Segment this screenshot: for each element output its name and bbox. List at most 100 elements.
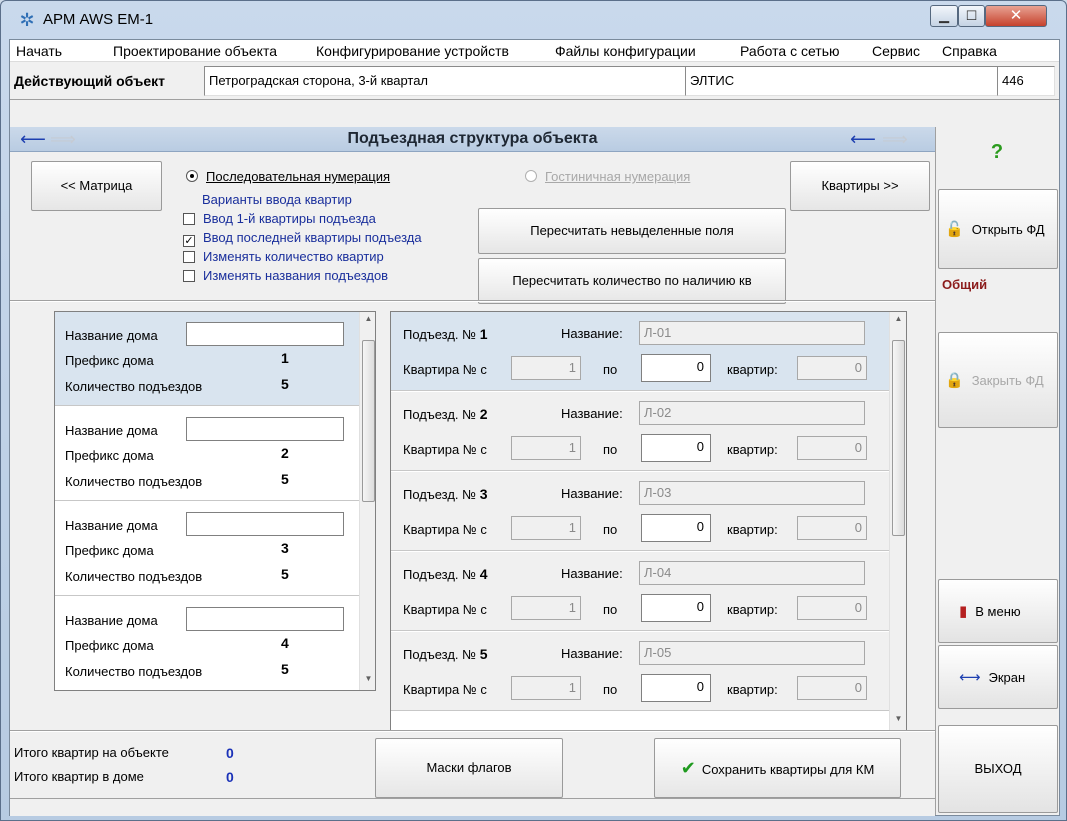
lock-icon: 🔓 — [945, 221, 964, 238]
forward-arrow-icon[interactable]: ⟹ — [882, 129, 908, 149]
entrance-name-label: Название: — [561, 486, 623, 501]
radio-selected-icon — [186, 170, 198, 182]
apartment-to-input[interactable]: 0 — [641, 594, 711, 622]
flag-masks-button[interactable]: Маски флагов — [375, 738, 563, 798]
apartment-from-label: Квартира № с — [403, 522, 487, 537]
apartment-from-field: 1 — [511, 676, 581, 700]
house-item[interactable]: Название дома Префикс дома 2 Количество … — [55, 407, 359, 501]
apartment-count-field: 0 — [797, 676, 867, 700]
checkbox-change-entrance-names[interactable]: Изменять названия подъездов — [183, 268, 388, 283]
apartment-count-field: 0 — [797, 436, 867, 460]
help-icon[interactable]: ? — [936, 141, 1058, 164]
house-item[interactable]: Название дома Префикс дома 1 Количество … — [55, 312, 359, 406]
save-apartments-button[interactable]: ✔ Сохранить квартиры для КМ — [654, 738, 901, 798]
right-sidebar: ? 🔓 Открыть ФД Общий 🔒 Закрыть ФД ▮ В меню … — [935, 127, 1059, 815]
screen-button[interactable]: ⟷ Экран — [938, 645, 1058, 709]
apartment-count-field: 0 — [797, 596, 867, 620]
apartment-from-field: 1 — [511, 596, 581, 620]
scroll-up-icon[interactable]: ▲ — [890, 314, 906, 323]
recalc-unselected-button[interactable]: Пересчитать невыделенные поля — [478, 208, 786, 254]
houses-scrollbar[interactable]: ▲ ▼ — [359, 312, 375, 690]
house-name-label: Название дома — [65, 518, 158, 533]
house-entrances-label: Количество подъездов — [65, 379, 203, 394]
house-item[interactable]: Название дома Префикс дома 4 Количество … — [55, 597, 359, 690]
apartment-to-label: по — [603, 602, 618, 617]
page-title: Подъездная структура объекта — [347, 130, 598, 147]
entrance-number: 5 — [479, 646, 488, 662]
matrix-button[interactable]: << Матрица — [31, 161, 162, 211]
menu-help[interactable]: Справка — [942, 43, 997, 59]
menu-config-files[interactable]: Файлы конфигурации — [555, 43, 696, 59]
house-name-label: Название дома — [65, 423, 158, 438]
menu-object-design[interactable]: Проектирование объекта — [113, 43, 277, 59]
apartment-from-field: 1 — [511, 516, 581, 540]
house-entrances-label: Количество подъездов — [65, 569, 203, 584]
house-name-input[interactable] — [186, 322, 344, 346]
menu-network[interactable]: Работа с сетью — [740, 43, 840, 59]
entrance-name-field: Л-05 — [639, 641, 865, 665]
radio-sequential-numbering[interactable]: Последовательная нумерация — [186, 169, 390, 184]
divider — [10, 730, 935, 732]
open-fd-button[interactable]: 🔓 Открыть ФД — [938, 189, 1058, 269]
entrance-label: Подъезд. № 1 — [403, 326, 488, 342]
total-house-row: Итого квартир в доме 0 — [14, 769, 234, 785]
to-menu-button[interactable]: ▮ В меню — [938, 579, 1058, 643]
menu-bar: Начать Проектирование объекта Конфигурир… — [10, 40, 1059, 62]
apartment-from-label: Квартира № с — [403, 602, 487, 617]
double-arrow-icon: ⟷ — [959, 669, 981, 686]
apartment-to-input[interactable]: 0 — [641, 354, 711, 382]
menu-start[interactable]: Начать — [16, 43, 62, 59]
checkbox-icon — [183, 251, 195, 263]
scrollbar-thumb[interactable] — [892, 340, 905, 536]
scrollbar-thumb[interactable] — [362, 340, 375, 502]
back-arrow-icon[interactable]: ⟵ — [850, 129, 876, 149]
minimize-button[interactable]: ▁ — [930, 5, 958, 27]
menu-service[interactable]: Сервис — [872, 43, 920, 59]
entrance-item[interactable]: Подъезд. № 1 Название: Л-01 Квартира № с… — [391, 312, 889, 391]
entrance-number: 1 — [479, 326, 488, 342]
window-title: АРМ AWS EM-1 — [43, 11, 154, 28]
entrances-scrollbar[interactable]: ▲ ▼ — [889, 312, 906, 730]
scroll-up-icon[interactable]: ▲ — [360, 314, 375, 323]
title-bar[interactable]: ✲ АРМ AWS EM-1 ▁ ☐ ✕ — [1, 1, 1066, 39]
apartment-to-input[interactable]: 0 — [641, 674, 711, 702]
total-house-label: Итого квартир в доме — [14, 769, 144, 784]
maximize-button[interactable]: ☐ — [958, 5, 985, 27]
status-bar — [10, 798, 935, 816]
house-entrances-value: 5 — [281, 661, 289, 677]
exit-button[interactable]: ВЫХОД — [938, 725, 1058, 813]
section-header: ⟵ ⟹ Подъездная структура объекта ⟵ ⟹ — [10, 127, 935, 152]
entrance-item[interactable]: Подъезд. № 5 Название: Л-05 Квартира № с… — [391, 632, 889, 711]
close-fd-button[interactable]: 🔒 Закрыть ФД — [938, 332, 1058, 428]
checkbox-last-apartment[interactable]: ✓ Ввод последней квартиры подъезда — [183, 230, 422, 247]
house-entrances-label: Количество подъездов — [65, 664, 203, 679]
menu-device-config[interactable]: Конфигурирование устройств — [316, 43, 509, 59]
apartment-to-input[interactable]: 0 — [641, 514, 711, 542]
close-button[interactable]: ✕ — [985, 5, 1047, 27]
entrance-name-field: Л-04 — [639, 561, 865, 585]
house-prefix-value: 2 — [281, 445, 289, 461]
scroll-down-icon[interactable]: ▼ — [890, 714, 906, 723]
divider — [10, 300, 935, 302]
entrance-item[interactable]: Подъезд. № 2 Название: Л-02 Квартира № с… — [391, 392, 889, 471]
recalc-by-presence-button[interactable]: Пересчитать количество по наличию кв — [478, 258, 786, 304]
house-name-input[interactable] — [186, 607, 344, 631]
house-name-input[interactable] — [186, 512, 344, 536]
house-name-label: Название дома — [65, 613, 158, 628]
apartment-to-input[interactable]: 0 — [641, 434, 711, 462]
house-name-input[interactable] — [186, 417, 344, 441]
entrance-name-label: Название: — [561, 566, 623, 581]
house-name-label: Название дома — [65, 328, 158, 343]
checkbox-first-apartment[interactable]: Ввод 1-й квартиры подъезда — [183, 211, 376, 226]
checkbox-change-apartment-count[interactable]: Изменять количество квартир — [183, 249, 384, 264]
scroll-down-icon[interactable]: ▼ — [360, 674, 375, 683]
radio-hotel-numbering[interactable]: Гостиничная нумерация — [525, 169, 690, 184]
apartments-button[interactable]: Квартиры >> — [790, 161, 930, 211]
entrance-number: 4 — [479, 566, 488, 582]
house-entrances-value: 5 — [281, 376, 289, 392]
entrance-label: Подъезд. № 2 — [403, 406, 488, 422]
entrance-item[interactable]: Подъезд. № 3 Название: Л-03 Квартира № с… — [391, 472, 889, 551]
houses-panel: Название дома Префикс дома 1 Количество … — [54, 311, 376, 691]
house-item[interactable]: Название дома Префикс дома 3 Количество … — [55, 502, 359, 596]
entrance-item[interactable]: Подъезд. № 4 Название: Л-04 Квартира № с… — [391, 552, 889, 631]
